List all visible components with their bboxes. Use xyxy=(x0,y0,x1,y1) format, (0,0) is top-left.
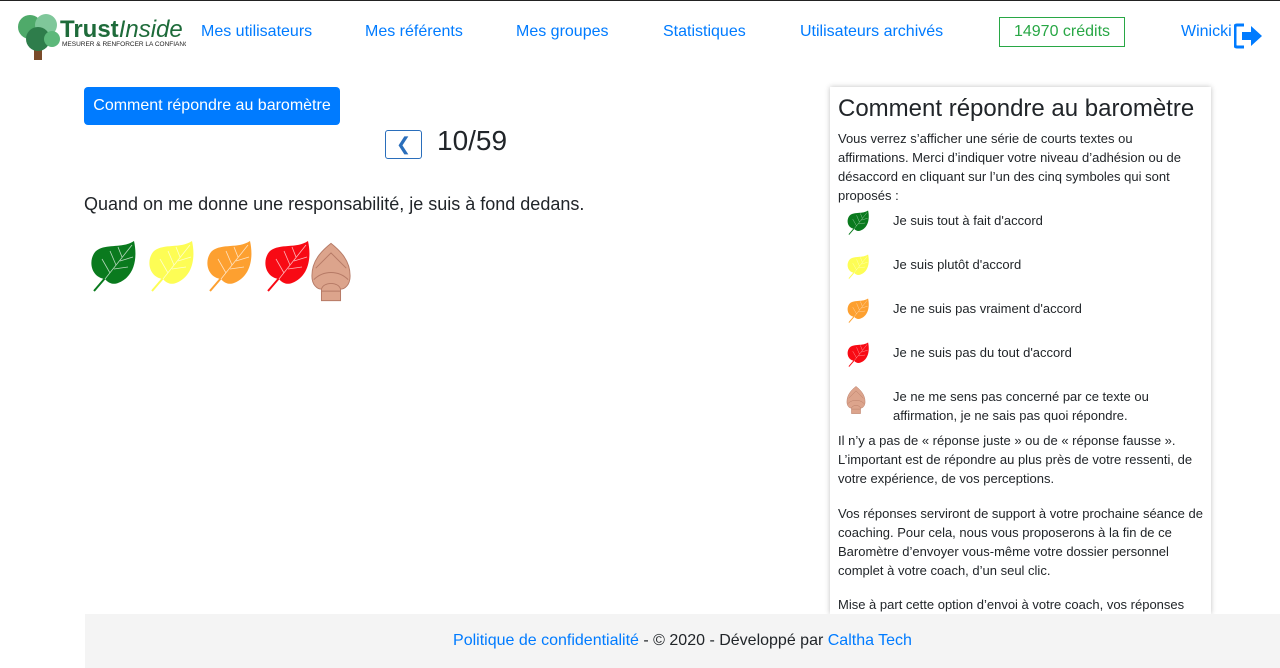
orange-leaf-icon[interactable] xyxy=(204,239,254,308)
green-leaf-icon[interactable] xyxy=(88,239,138,308)
legend-item: Je ne suis pas du tout d'accord xyxy=(838,341,1206,385)
yellow-leaf-icon xyxy=(838,253,893,286)
panel-intro: Vous verrez s’afficher une série de cour… xyxy=(838,131,1182,203)
instructions-panel[interactable]: Comment répondre au baromètre Vous verre… xyxy=(830,87,1211,614)
footer: Politique de confidentialité - © 2020 - … xyxy=(85,614,1280,668)
nav-mes-groupes[interactable]: Mes groupes xyxy=(516,23,609,41)
legend-item: Je ne me sens pas concerné par ce texte … xyxy=(838,385,1206,431)
question-text: Quand on me donne une responsabilité, je… xyxy=(84,194,585,214)
help-button[interactable]: Comment répondre au baromètre xyxy=(84,87,340,125)
footer-copyright: - © 2020 - Développé par xyxy=(638,632,828,649)
previous-question-button[interactable]: ❮ xyxy=(385,130,422,159)
caltha-tech-link[interactable]: Caltha Tech xyxy=(828,632,912,649)
trustinside-logo[interactable]: TrustInside MESURER & RENFORCER LA CONFI… xyxy=(16,9,194,61)
user-menu[interactable]: Winicki xyxy=(1181,23,1232,41)
bud-icon xyxy=(838,385,893,420)
nav-utilisateurs-archives[interactable]: Utilisateurs archivés xyxy=(800,23,943,41)
panel-paragraph: Vos réponses serviront de support à votr… xyxy=(838,506,1203,578)
answer-options xyxy=(88,239,352,308)
top-navbar: TrustInside MESURER & RENFORCER LA CONFI… xyxy=(0,1,1280,65)
sign-out-icon[interactable] xyxy=(1233,23,1264,54)
red-leaf-icon[interactable] xyxy=(262,239,312,308)
nav-mes-utilisateurs[interactable]: Mes utilisateurs xyxy=(201,23,312,41)
svg-text:MESURER & RENFORCER LA CONFIAN: MESURER & RENFORCER LA CONFIANCE xyxy=(62,41,186,48)
svg-text:TrustInside: TrustInside xyxy=(60,16,183,43)
privacy-policy-link[interactable]: Politique de confidentialité xyxy=(453,632,639,649)
red-leaf-icon xyxy=(838,341,893,374)
credits-badge[interactable]: 14970 crédits xyxy=(999,17,1125,47)
legend-item: Je suis plutôt d'accord xyxy=(838,253,1206,297)
legend-item: Je suis tout à fait d'accord xyxy=(838,209,1206,253)
nav-mes-referents[interactable]: Mes référents xyxy=(365,23,463,41)
panel-title: Comment répondre au baromètre xyxy=(838,95,1195,122)
panel-paragraph: Mise à part cette option d’envoi à votre… xyxy=(838,597,1185,612)
green-leaf-icon xyxy=(838,209,893,242)
orange-leaf-icon xyxy=(838,297,893,330)
legend-item: Je ne suis pas vraiment d'accord xyxy=(838,297,1206,341)
bud-icon[interactable] xyxy=(310,241,352,308)
question-counter: 10/59 xyxy=(437,125,508,156)
panel-paragraph: Il n’y a pas de « réponse juste » ou de … xyxy=(838,433,1193,486)
yellow-leaf-icon[interactable] xyxy=(146,239,196,308)
chevron-left-icon: ❮ xyxy=(395,134,412,154)
nav-statistiques[interactable]: Statistiques xyxy=(663,23,746,41)
